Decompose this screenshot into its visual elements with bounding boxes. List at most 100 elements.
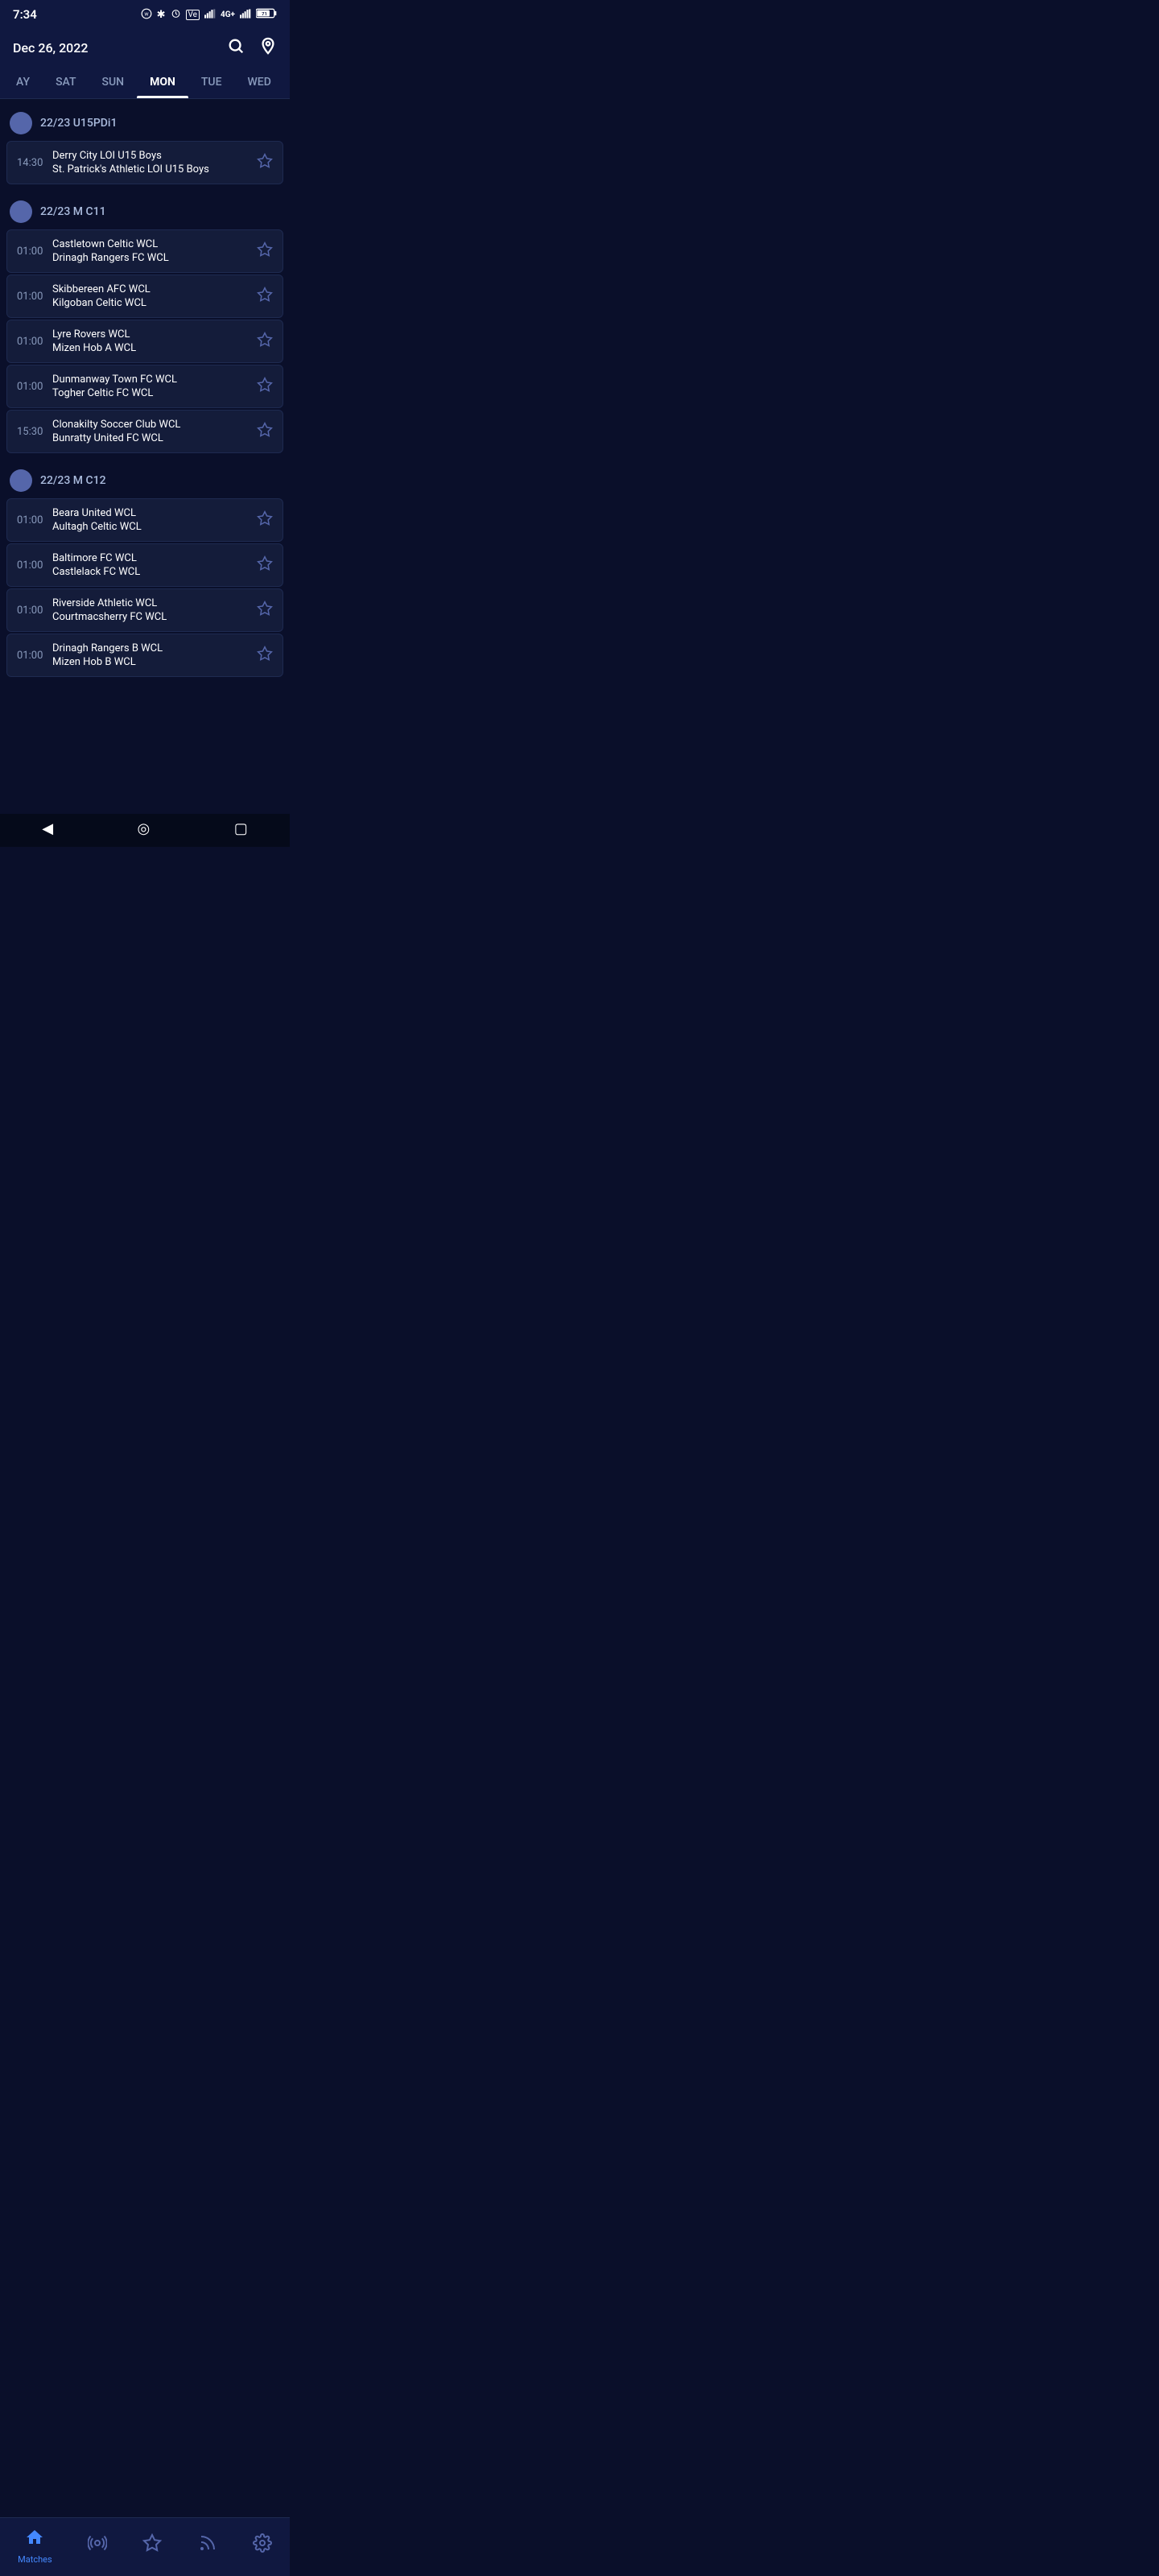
4g-icon: 4G+	[221, 10, 235, 19]
svg-text:71: 71	[262, 12, 267, 17]
tab-thu[interactable]: T	[284, 66, 290, 98]
favorite-star-icon[interactable]	[257, 646, 273, 666]
favorite-star-icon[interactable]	[257, 422, 273, 442]
favorite-star-icon[interactable]	[257, 510, 273, 530]
match-time: 01:00	[17, 381, 52, 393]
match-row[interactable]: 14:30Derry City LOI U15 BoysSt. Patrick'…	[6, 141, 283, 184]
status-time: 7:34	[13, 7, 37, 22]
match-teams: Clonakilty Soccer Club WCLBunratty Unite…	[52, 419, 250, 444]
nav-matches-label: Matches	[18, 2554, 52, 2565]
match-time: 01:00	[17, 605, 52, 617]
match-teams: Dunmanway Town FC WCLTogher Celtic FC WC…	[52, 374, 250, 399]
favorite-star-icon[interactable]	[257, 332, 273, 352]
league-section-u15pdi1: 22/23 U15PDi1 14:30Derry City LOI U15 Boy…	[6, 105, 283, 184]
bottom-nav: Matches	[0, 2517, 290, 2576]
star-icon	[142, 2533, 162, 2557]
match-row[interactable]: 01:00Dunmanway Town FC WCLTogher Celtic …	[6, 365, 283, 408]
android-recents[interactable]: ▢	[234, 820, 248, 837]
home-team: Dunmanway Town FC WCL	[52, 374, 250, 386]
home-icon	[25, 2528, 44, 2552]
battery-icon: 71	[256, 8, 277, 21]
alarm-icon	[171, 8, 181, 21]
gear-icon	[253, 2533, 272, 2557]
league-dot-mc11	[10, 200, 32, 223]
ve-badge: Ve	[186, 10, 200, 20]
match-time: 01:00	[17, 559, 52, 572]
search-icon[interactable]	[227, 37, 245, 58]
league-name-u15pdi1: 22/23 U15PDi1	[40, 117, 117, 130]
favorite-star-icon[interactable]	[257, 287, 273, 307]
match-teams: Beara United WCLAultagh Celtic WCL	[52, 507, 250, 533]
bluetooth-icon: ✱	[157, 9, 166, 21]
status-bar: 7:34 W ✱ Ve 4G+	[0, 0, 290, 29]
match-row[interactable]: 01:00Riverside Athletic WCLCourtmacsherr…	[6, 588, 283, 632]
status-icons: W ✱ Ve 4G+	[141, 8, 277, 22]
match-row[interactable]: 01:00Beara United WCLAultagh Celtic WCL	[6, 498, 283, 542]
match-row[interactable]: 01:00Lyre Rovers WCLMizen Hob A WCL	[6, 320, 283, 363]
home-team: Skibbereen AFC WCL	[52, 283, 250, 295]
match-row[interactable]: 01:00Drinagh Rangers B WCLMizen Hob B WC…	[6, 634, 283, 677]
match-time: 15:30	[17, 426, 52, 438]
nav-feed[interactable]	[192, 2530, 224, 2563]
tab-sat[interactable]: SAT	[43, 66, 89, 98]
home-team: Clonakilty Soccer Club WCL	[52, 419, 250, 431]
match-teams: Riverside Athletic WCLCourtmacsherry FC …	[52, 597, 250, 623]
match-time: 01:00	[17, 291, 52, 303]
home-team: Drinagh Rangers B WCL	[52, 642, 250, 654]
league-header-mc12: 22/23 M C12	[6, 463, 283, 498]
nav-favorites[interactable]	[136, 2530, 168, 2563]
home-team: Castletown Celtic WCL	[52, 238, 250, 250]
home-team: Beara United WCL	[52, 507, 250, 519]
tab-tue[interactable]: TUE	[188, 66, 235, 98]
signal-icon	[204, 9, 216, 21]
league-dot-mc12	[10, 469, 32, 492]
match-row[interactable]: 15:30Clonakilty Soccer Club WCLBunratty …	[6, 410, 283, 453]
league-header-mc11: 22/23 M C11	[6, 194, 283, 229]
match-row[interactable]: 01:00Baltimore FC WCLCastlelack FC WCL	[6, 543, 283, 587]
match-teams: Castletown Celtic WCLDrinagh Rangers FC …	[52, 238, 250, 264]
away-team: Castlelack FC WCL	[52, 566, 250, 578]
content-area: 22/23 U15PDi1 14:30Derry City LOI U15 Boy…	[0, 99, 290, 693]
tab-sun[interactable]: SUN	[89, 66, 138, 98]
signal2-icon	[240, 9, 251, 21]
favorite-star-icon[interactable]	[257, 377, 273, 397]
header-date: Dec 26, 2022	[13, 40, 88, 56]
header-icons	[227, 37, 277, 58]
away-team: Kilgoban Celtic WCL	[52, 297, 250, 309]
match-teams: Drinagh Rangers B WCL Mizen Hob B WCL	[52, 642, 250, 668]
match-teams: Derry City LOI U15 BoysSt. Patrick's Ath…	[52, 150, 250, 175]
nav-radar[interactable]	[81, 2530, 113, 2563]
away-team: Togher Celtic FC WCL	[52, 387, 250, 399]
tab-day[interactable]: AY	[3, 66, 43, 98]
favorite-star-icon[interactable]	[257, 555, 273, 576]
match-row[interactable]: 01:00Castletown Celtic WCLDrinagh Ranger…	[6, 229, 283, 273]
league-name-mc11: 22/23 M C11	[40, 205, 106, 218]
match-teams: Lyre Rovers WCLMizen Hob A WCL	[52, 328, 250, 354]
tab-wed[interactable]: WED	[234, 66, 283, 98]
league-section-mc12: 22/23 M C1201:00Beara United WCLAultagh …	[6, 463, 283, 677]
league-dot-u15pdi1	[10, 112, 32, 134]
day-tabs: AY SAT SUN MON TUE WED T	[0, 66, 290, 99]
match-teams: Skibbereen AFC WCL Kilgoban Celtic WCL	[52, 283, 250, 309]
android-home[interactable]: ◎	[138, 820, 151, 837]
away-team: Mizen Hob A WCL	[52, 342, 250, 354]
match-time: 01:00	[17, 246, 52, 258]
nav-matches[interactable]: Matches	[11, 2524, 59, 2568]
nav-settings[interactable]	[246, 2530, 278, 2563]
favorite-star-icon[interactable]	[257, 153, 273, 173]
match-time: 01:00	[17, 336, 52, 348]
home-team: Riverside Athletic WCL	[52, 597, 250, 609]
radar-icon	[88, 2533, 107, 2557]
favorite-star-icon[interactable]	[257, 601, 273, 621]
svg-text:W: W	[144, 12, 149, 17]
rss-icon	[198, 2533, 217, 2557]
android-back[interactable]: ◀	[42, 820, 53, 837]
match-row[interactable]: 01:00Skibbereen AFC WCL Kilgoban Celtic W…	[6, 275, 283, 318]
tab-mon[interactable]: MON	[137, 66, 188, 98]
match-teams: Baltimore FC WCLCastlelack FC WCL	[52, 552, 250, 578]
away-team: Mizen Hob B WCL	[52, 656, 250, 668]
whatsapp-icon: W	[141, 8, 152, 22]
location-icon[interactable]	[259, 37, 277, 58]
favorite-star-icon[interactable]	[257, 242, 273, 262]
league-name-mc12: 22/23 M C12	[40, 474, 106, 487]
